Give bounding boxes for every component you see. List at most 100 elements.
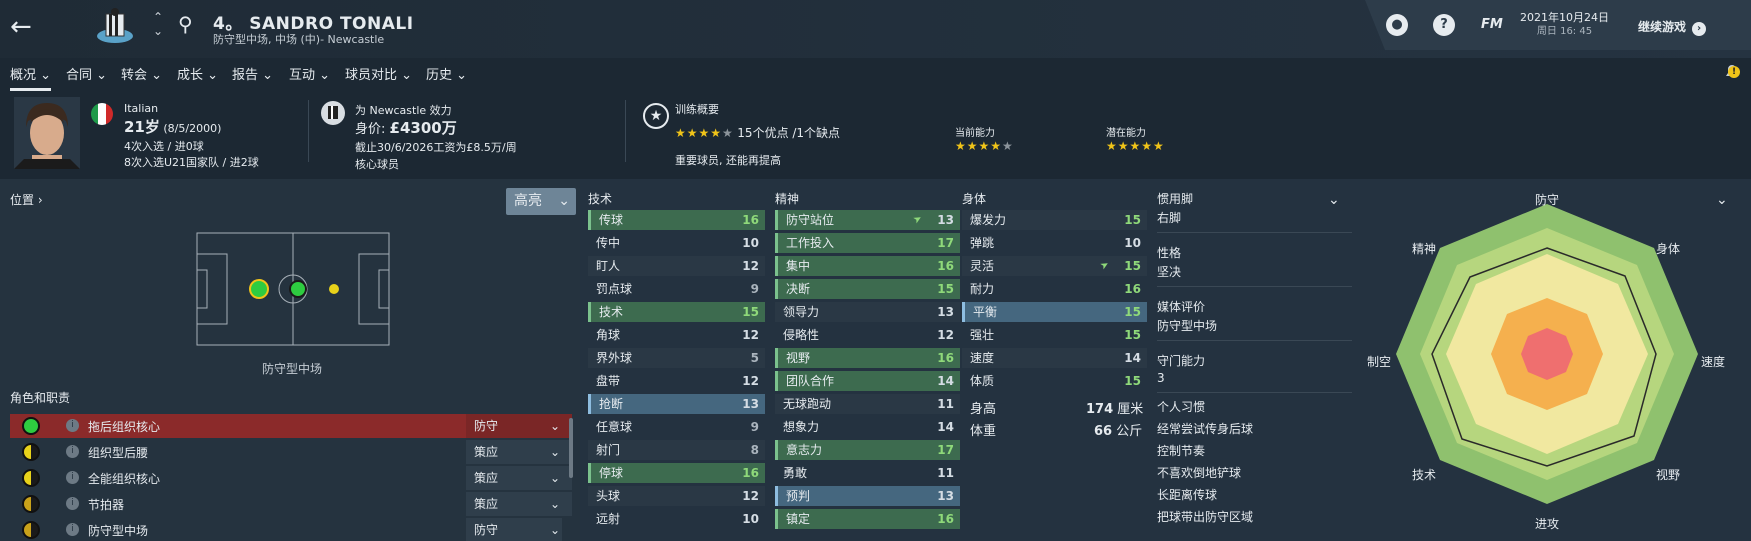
attribute-row[interactable]: 工作投入 17 xyxy=(775,233,960,253)
world-icon[interactable]: ● xyxy=(1386,14,1408,36)
training-rating: ★★★★★ 15个优点 /1个缺点 xyxy=(675,124,840,141)
attribute-value: 11 xyxy=(937,397,954,411)
attribute-row[interactable]: 传中 10 xyxy=(588,233,765,253)
position-title[interactable]: 位置 › xyxy=(10,191,43,208)
attribute-row[interactable]: 技术 15 xyxy=(588,302,765,322)
duty-dropdown[interactable]: 策应 ⌄ xyxy=(466,440,572,464)
attribute-name: 界外球 xyxy=(596,351,633,365)
info-icon[interactable]: i xyxy=(66,523,79,536)
attribute-name: 盘带 xyxy=(596,374,621,388)
attribute-row[interactable]: 侵略性 12 xyxy=(775,325,960,345)
help-icon[interactable]: ? xyxy=(1433,14,1455,36)
fm-logo[interactable]: FM xyxy=(1481,17,1503,32)
tab-development[interactable]: 成长 ⌄ xyxy=(177,64,218,83)
attribute-row[interactable]: 角球 12 xyxy=(588,325,765,345)
height-label: 身高 xyxy=(970,402,997,417)
attribute-row[interactable]: 耐力 16 xyxy=(962,279,1147,299)
attribute-row[interactable]: 罚点球 9 xyxy=(588,279,765,299)
attribute-value: 13 xyxy=(937,213,954,227)
divider xyxy=(1157,232,1352,233)
attribute-name: 头球 xyxy=(596,489,621,503)
info-icon[interactable]: i xyxy=(66,419,79,432)
tab-label: 成长 xyxy=(177,68,204,83)
role-row[interactable]: i 防守型中场 防守 ⌄ xyxy=(10,518,562,541)
attribute-value: 10 xyxy=(742,236,759,250)
duty-dropdown[interactable]: 防守 ⌄ xyxy=(466,414,572,438)
attribute-row[interactable]: 传球 16 xyxy=(588,210,765,230)
duty-dropdown[interactable]: 防守 ⌄ xyxy=(466,518,562,541)
attribute-value: 15 xyxy=(1124,259,1141,273)
attribute-row[interactable]: 无球跑动 11 xyxy=(775,394,960,414)
attribute-row[interactable]: 停球 16 xyxy=(588,463,765,483)
info-icon[interactable]: i xyxy=(66,445,79,458)
back-arrow-icon[interactable]: ← xyxy=(10,12,32,42)
attribute-row[interactable]: 决断 15 xyxy=(775,279,960,299)
attribute-row[interactable]: 界外球 5 xyxy=(588,348,765,368)
attribute-row[interactable]: 团队合作 14 xyxy=(775,371,960,391)
attribute-row[interactable]: 意志力 17 xyxy=(775,440,960,460)
attribute-row[interactable]: 勇敢 11 xyxy=(775,463,960,483)
tab-overview[interactable]: 概况 ⌄ xyxy=(10,64,52,91)
attribute-name: 侵略性 xyxy=(783,328,820,342)
attribute-row[interactable]: 爆发力 15 xyxy=(962,210,1147,230)
search-icon[interactable]: ⚲ xyxy=(178,12,193,36)
tab-label: 历史 xyxy=(426,68,453,83)
attribute-row[interactable]: 盯人 12 xyxy=(588,256,765,276)
role-row[interactable]: i 拖后组织核心 防守 ⌄ xyxy=(10,414,572,438)
attribute-row[interactable]: 强壮 15 xyxy=(962,325,1147,345)
attribute-value: 15 xyxy=(742,305,759,319)
tab-history[interactable]: 历史 ⌄ xyxy=(426,64,467,83)
duty-dropdown[interactable]: 策应 ⌄ xyxy=(466,466,572,490)
attribute-row[interactable]: 想象力 14 xyxy=(775,417,960,437)
attribute-name: 传球 xyxy=(599,213,624,227)
attribute-row[interactable]: 弹跳 10 xyxy=(962,233,1147,253)
notification-bell-icon[interactable]: ! xyxy=(1722,62,1742,82)
attribute-row[interactable]: 领导力 13 xyxy=(775,302,960,322)
attribute-row[interactable]: 防守站位 13 ➤ xyxy=(775,210,960,230)
attribute-row[interactable]: 预判 13 xyxy=(775,486,960,506)
duty-dropdown[interactable]: 策应 ⌄ xyxy=(466,492,572,516)
attribute-row[interactable]: 视野 16 xyxy=(775,348,960,368)
info-icon[interactable]: i xyxy=(66,497,79,510)
attribute-row[interactable]: 平衡 15 xyxy=(962,302,1147,322)
attribute-row[interactable]: 任意球 9 xyxy=(588,417,765,437)
gk-label: 守门能力 xyxy=(1157,354,1206,368)
attribute-row[interactable]: 速度 14 xyxy=(962,348,1147,368)
italy-flag-icon xyxy=(91,103,113,125)
attribute-row[interactable]: 盘带 12 xyxy=(588,371,765,391)
attribute-row[interactable]: 射门 8 xyxy=(588,440,765,460)
tab-label: 合同 xyxy=(66,68,93,83)
club-crest-icon xyxy=(97,8,133,43)
chevron-down-icon: ⌄ xyxy=(549,445,560,459)
chevron-down-icon[interactable]: ⌄ xyxy=(1328,192,1340,208)
attribute-name: 技术 xyxy=(599,305,624,319)
attribute-row[interactable]: 镇定 16 xyxy=(775,509,960,529)
attribute-row[interactable]: 抢断 13 xyxy=(588,394,765,414)
attribute-row[interactable]: 体质 15 xyxy=(962,371,1147,391)
radar-label-aerial: 制空 xyxy=(1367,355,1392,369)
habit-item: 不喜欢倒地铲球 xyxy=(1157,466,1242,480)
attribute-row[interactable]: 灵活 15 ➤ xyxy=(962,256,1147,276)
attribute-row[interactable]: 头球 12 xyxy=(588,486,765,506)
player-nav-arrows[interactable]: ⌃ ⌄ xyxy=(153,10,163,38)
info-icon[interactable]: i xyxy=(66,471,79,484)
tab-contract[interactable]: 合同 ⌄ xyxy=(66,64,107,83)
chevron-down-icon: ⌄ xyxy=(558,193,570,209)
attribute-row[interactable]: 集中 16 xyxy=(775,256,960,276)
tab-compare[interactable]: 球员对比 ⌄ xyxy=(345,64,412,83)
roles-scrollbar[interactable] xyxy=(569,418,573,478)
highlight-dropdown[interactable]: 高亮 ⌄ xyxy=(506,188,576,215)
notification-badge: ! xyxy=(1728,66,1740,78)
attribute-name: 速度 xyxy=(970,351,995,365)
tab-reports[interactable]: 报告 ⌄ xyxy=(232,64,273,83)
habit-item: 把球带出防守区域 xyxy=(1157,510,1254,524)
tab-transfer[interactable]: 转会 ⌄ xyxy=(121,64,162,83)
attribute-value: 5 xyxy=(750,351,759,365)
radar-label-attack: 进攻 xyxy=(1535,517,1560,531)
role-row[interactable]: i 组织型后腰 策应 ⌄ xyxy=(10,440,572,464)
role-row[interactable]: i 全能组织核心 策应 ⌄ xyxy=(10,466,572,490)
tab-interaction[interactable]: 互动 ⌄ xyxy=(289,64,330,83)
attribute-row[interactable]: 远射 10 xyxy=(588,509,765,529)
continue-button[interactable]: 继续游戏 › xyxy=(1638,18,1707,36)
role-row[interactable]: i 节拍器 策应 ⌄ xyxy=(10,492,572,516)
